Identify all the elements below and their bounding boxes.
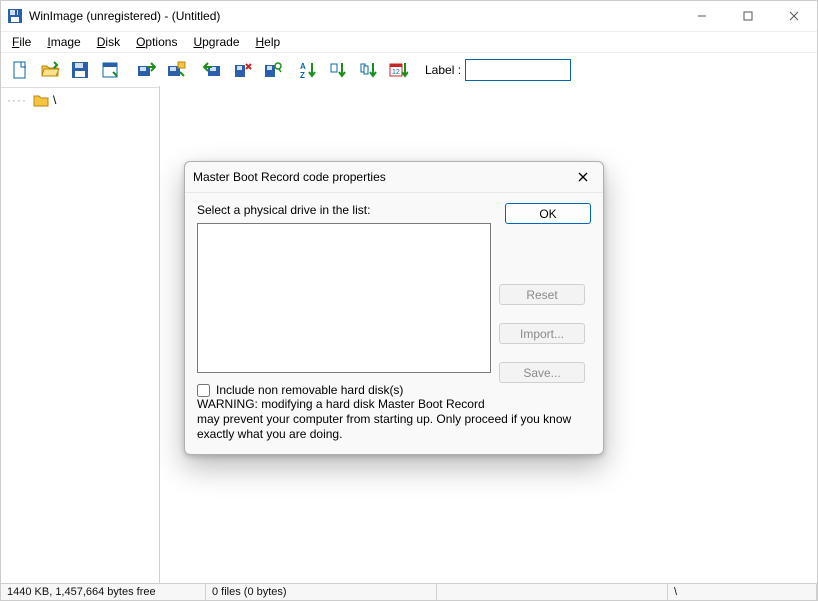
open-folder-icon [40,60,60,80]
maximize-icon [743,11,753,21]
menu-upgrade[interactable]: Upgrade [186,34,246,50]
calendar-icon: 12 [388,60,408,80]
toolbar-next-item[interactable] [354,56,382,84]
include-non-removable-label: Include non removable hard disk(s) [216,383,403,397]
toolbar-new[interactable] [6,56,34,84]
ok-button[interactable]: OK [505,203,591,224]
tree-connector: ···· [7,93,27,107]
toolbar-prev-item[interactable] [324,56,352,84]
folder-tree[interactable]: ···· \ [1,86,160,584]
toolbar-label-text: Label : [425,63,461,77]
toolbar-sort-az[interactable]: AZ [294,56,322,84]
dialog-button-column: OK Reset Import... Save... [499,203,591,401]
new-file-icon [10,60,30,80]
close-icon [789,11,799,21]
dialog-body: OK Reset Import... Save... Select a phys… [185,193,603,454]
svg-text:A: A [300,62,306,71]
toolbar-extract[interactable] [198,56,226,84]
dialog-title: Master Boot Record code properties [193,170,386,184]
toolbar-defrag[interactable] [258,56,286,84]
dialog-close-button[interactable] [571,165,595,189]
menu-bar: File Image Disk Options Upgrade Help [1,32,817,52]
dialog-title-bar: Master Boot Record code properties [185,162,603,193]
app-window: WinImage (unregistered) - (Untitled) Fil… [0,0,818,601]
maximize-button[interactable] [725,1,771,31]
dialog-left-column: Select a physical drive in the list: Inc… [197,203,491,397]
menu-upgrade-underline: U [193,35,202,49]
menu-file-rest: ile [19,35,31,49]
status-file-count: 0 files (0 bytes) [206,584,437,600]
window-title: WinImage (unregistered) - (Untitled) [29,9,220,23]
remove-icon [232,60,252,80]
save-mbr-button[interactable]: Save... [499,362,585,383]
minimize-button[interactable] [679,1,725,31]
inject-icon [136,60,156,80]
menu-help[interactable]: Help [249,34,288,50]
close-icon [578,172,588,182]
close-window-button[interactable] [771,1,817,31]
menu-disk-rest: isk [105,35,120,49]
import-button[interactable]: Import... [499,323,585,344]
mbr-dialog: Master Boot Record code properties OK Re… [184,161,604,455]
properties-icon [100,60,120,80]
menu-options-rest: ptions [145,35,177,49]
prev-item-icon [328,60,348,80]
defrag-icon [262,60,282,80]
select-drive-label: Select a physical drive in the list: [197,203,491,217]
toolbar: AZ 12 Label : [1,52,817,88]
menu-help-underline: H [256,35,265,49]
minimize-icon [697,11,707,21]
toolbar-calendar[interactable]: 12 [384,56,412,84]
include-non-removable-checkbox[interactable] [197,384,210,397]
toolbar-open[interactable] [36,56,64,84]
status-extra [437,584,668,600]
menu-upgrade-rest: pgrade [202,35,239,49]
next-item-icon [358,60,378,80]
menu-help-rest: elp [264,35,280,49]
menu-options[interactable]: Options [129,34,184,50]
folder-icon [33,93,49,107]
drive-list[interactable] [197,223,491,373]
title-bar: WinImage (unregistered) - (Untitled) [1,1,817,32]
svg-text:Z: Z [300,71,305,80]
toolbar-inject-dir[interactable] [162,56,190,84]
toolbar-remove[interactable] [228,56,256,84]
include-non-removable-row[interactable]: Include non removable hard disk(s) [197,383,491,397]
sort-az-icon: AZ [298,60,318,80]
inject-dir-icon [166,60,186,80]
tree-root-label: \ [53,93,56,107]
status-disk-info: 1440 KB, 1,457,664 bytes free [1,584,206,600]
menu-image[interactable]: Image [40,34,87,50]
tree-root-node[interactable]: ···· \ [5,92,155,108]
svg-text:12: 12 [392,69,400,76]
toolbar-properties[interactable] [96,56,124,84]
menu-disk[interactable]: Disk [90,34,127,50]
menu-image-rest: mage [51,35,81,49]
save-floppy-icon [70,60,90,80]
status-path: \ [668,584,817,600]
status-bar: 1440 KB, 1,457,664 bytes free 0 files (0… [1,583,817,600]
app-floppy-icon [7,8,23,24]
toolbar-inject[interactable] [132,56,160,84]
toolbar-save[interactable] [66,56,94,84]
extract-icon [202,60,222,80]
menu-file[interactable]: File [5,34,38,50]
reset-button[interactable]: Reset [499,284,585,305]
label-input[interactable] [465,59,571,81]
